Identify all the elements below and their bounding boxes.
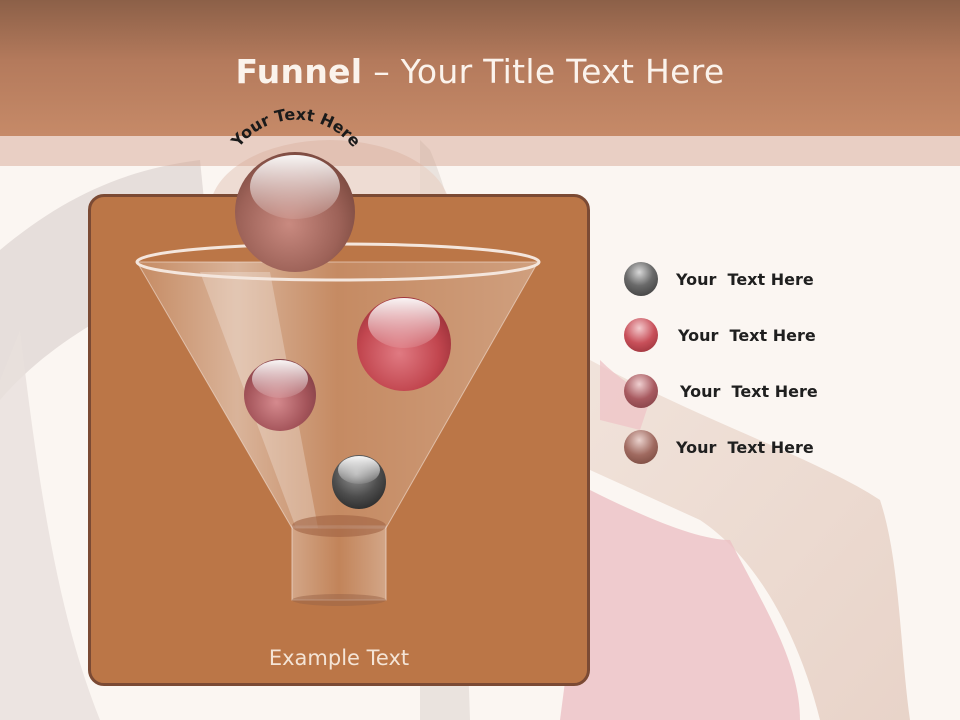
red-ball-icon [357, 297, 451, 391]
brown-ball-icon [624, 430, 658, 464]
rose-ball-icon [624, 374, 658, 408]
funnel-graphic: Your Text Here [135, 104, 541, 606]
legend-label: Your Text Here [678, 325, 816, 345]
legend-item-3: Your Text Here [624, 374, 818, 408]
rose-ball-icon [244, 359, 316, 431]
grey-ball-icon [624, 262, 658, 296]
legend-label: Your Text Here [680, 381, 818, 401]
grey-ball-icon [332, 455, 386, 509]
legend-label: Your Text Here [676, 437, 814, 457]
legend-item-1: Your Text Here [624, 262, 814, 296]
legend-item-2: Your Text Here [624, 318, 816, 352]
top-ball-icon [235, 152, 355, 272]
example-text: Example Text [268, 646, 410, 670]
arc-text-path: Your Text Here [227, 104, 365, 151]
red-ball-icon [624, 318, 658, 352]
arc-text: Your Text Here [227, 104, 365, 151]
funnel-tube [291, 525, 387, 601]
legend-label: Your Text Here [676, 269, 814, 289]
legend-item-4: Your Text Here [624, 430, 814, 464]
